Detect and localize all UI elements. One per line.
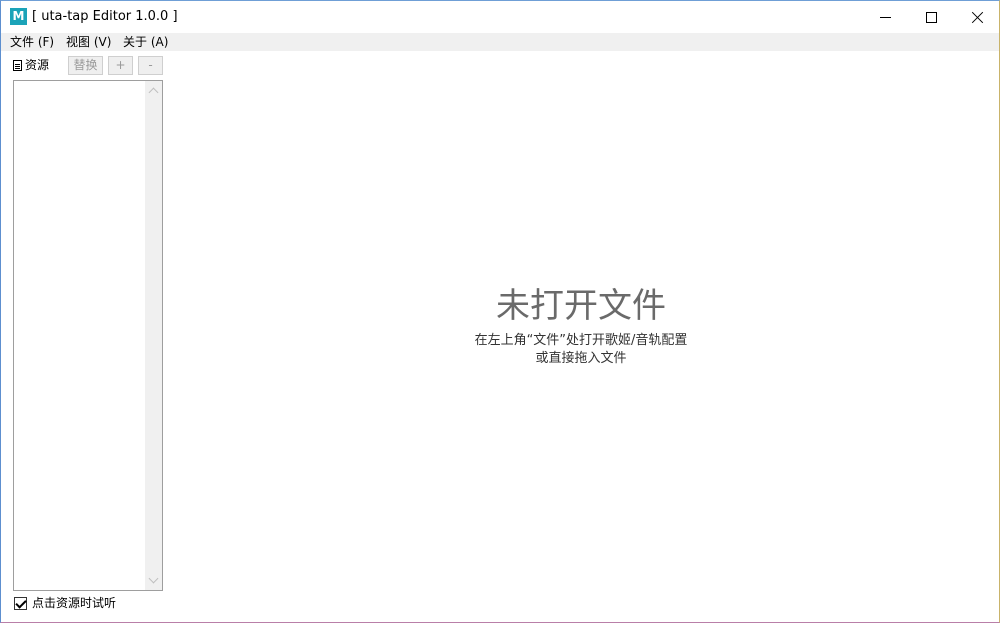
remove-resource-button[interactable]: - (138, 56, 163, 75)
minimize-icon (879, 16, 891, 18)
app-window: M [ uta-tap Editor 1.0.0 ] 文件 (F) 视图 (V)… (0, 0, 1000, 623)
menu-about[interactable]: 关于 (A) (123, 34, 168, 50)
resource-list[interactable] (13, 80, 163, 591)
menu-view[interactable]: 视图 (V) (66, 34, 111, 50)
maximize-icon (925, 11, 937, 23)
empty-state-hint-line1: 在左上角“文件”处打开歌姬/音轨配置 (474, 333, 688, 348)
maximize-button[interactable] (908, 1, 954, 33)
close-button[interactable] (954, 1, 1000, 33)
scroll-down-icon[interactable] (148, 573, 159, 584)
resources-header: 资源 (13, 58, 49, 72)
menu-file[interactable]: 文件 (F) (10, 34, 54, 50)
add-resource-button[interactable]: + (108, 56, 133, 75)
window-title: [ uta-tap Editor 1.0.0 ] (32, 9, 178, 24)
resources-label: 资源 (25, 58, 50, 72)
empty-state-title: 未打开文件 (496, 286, 666, 326)
preview-on-click-option[interactable]: 点击资源时试听 (14, 596, 116, 610)
menu-bar: 文件 (F) 视图 (V) 关于 (A) (1, 33, 999, 51)
preview-checkbox-label: 点击资源时试听 (32, 596, 117, 610)
replace-button[interactable]: 替换 (68, 56, 103, 75)
empty-state-hint-line2: 或直接拖入文件 (535, 351, 627, 366)
close-icon (971, 11, 984, 24)
minimize-button[interactable] (862, 1, 908, 33)
empty-state: 未打开文件 在左上角“文件”处打开歌姬/音轨配置 或直接拖入文件 (381, 285, 781, 368)
scroll-up-icon[interactable] (148, 87, 159, 98)
app-logo-icon: M (10, 8, 27, 25)
document-icon (13, 59, 22, 71)
resource-list-scrollbar[interactable] (145, 81, 162, 590)
title-bar[interactable]: M [ uta-tap Editor 1.0.0 ] (1, 1, 999, 33)
preview-checkbox[interactable] (14, 596, 27, 610)
